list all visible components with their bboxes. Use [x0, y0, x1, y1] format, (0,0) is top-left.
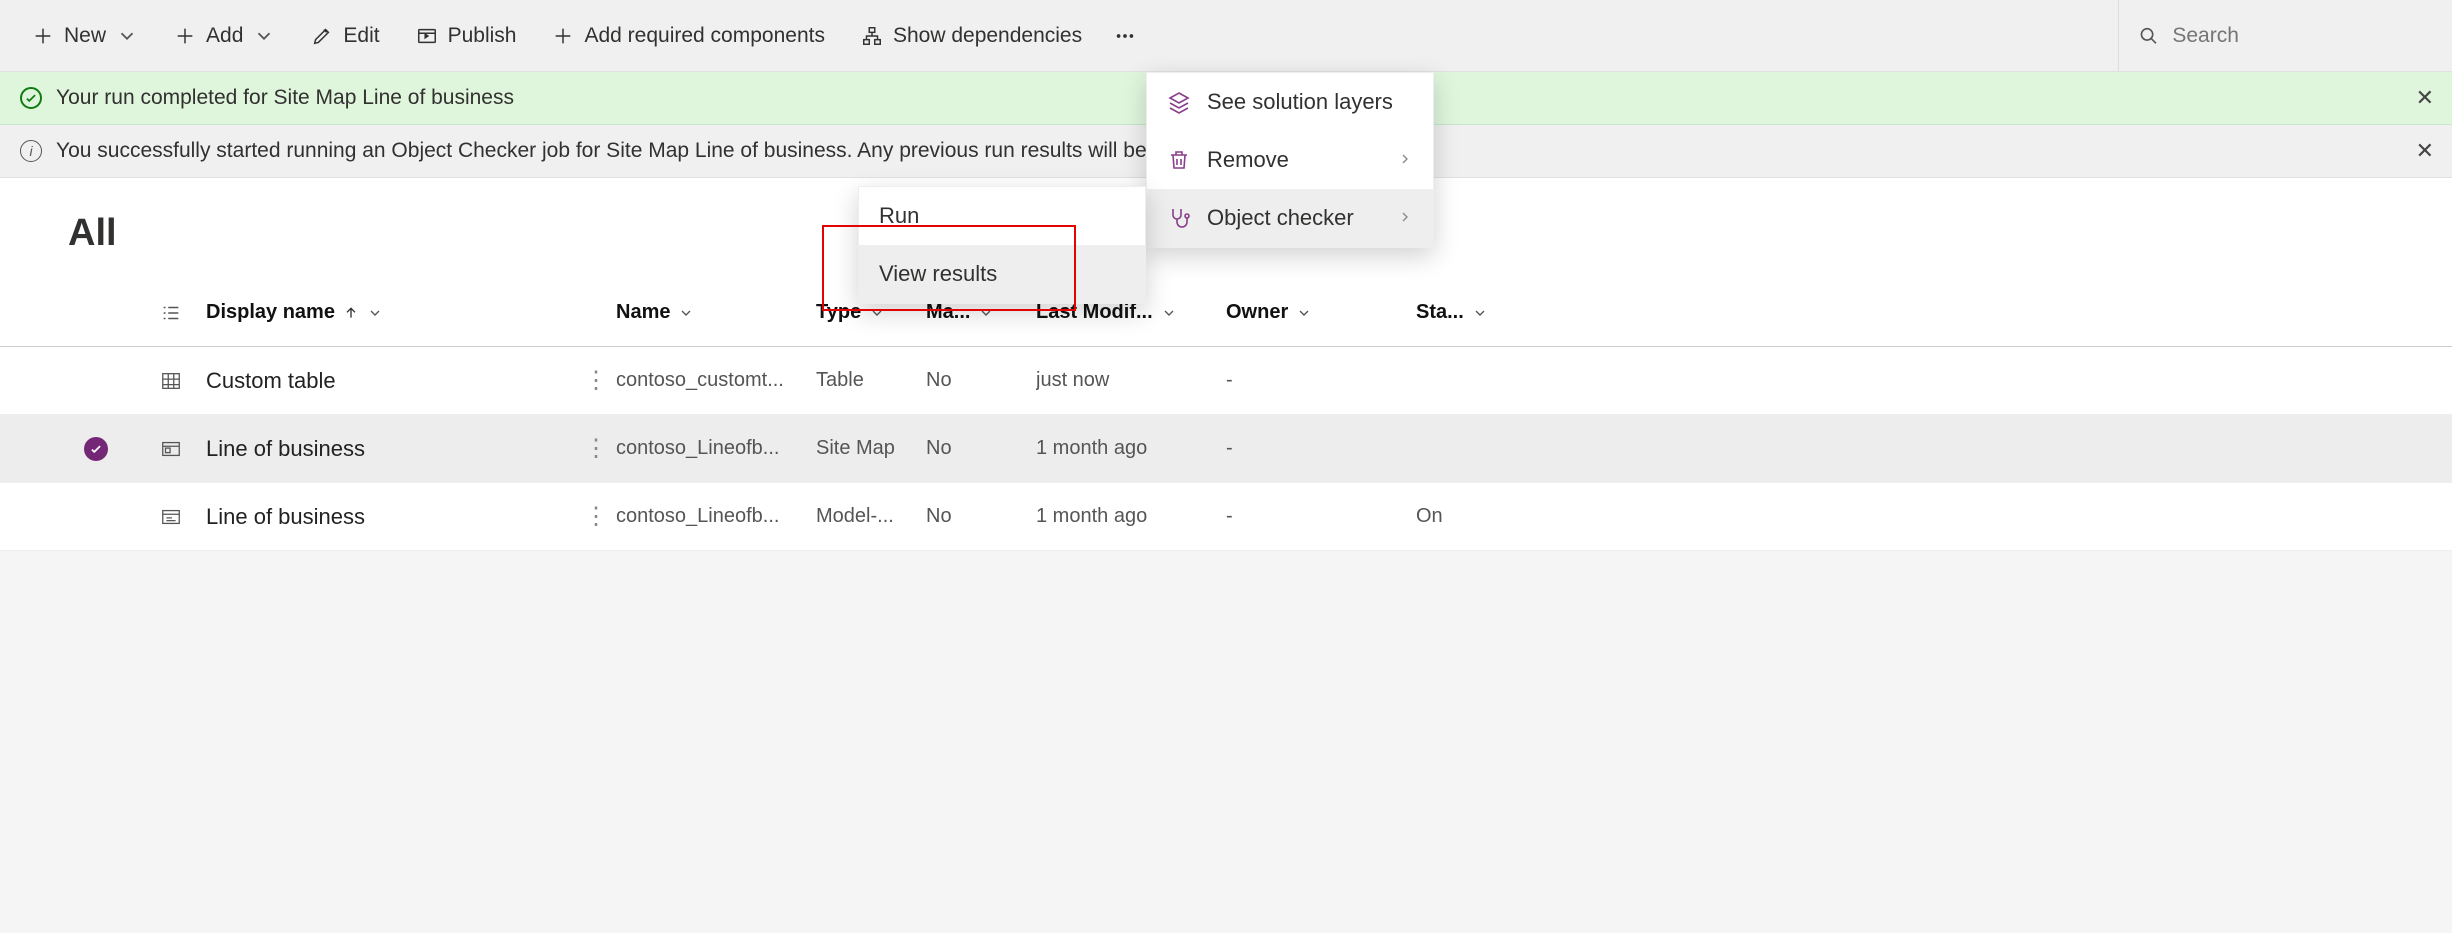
components-table: Display name Name Type Ma... Last Modif.…: [0, 279, 2452, 551]
chevron-down-icon: [978, 305, 994, 321]
chevron-down-icon: [1296, 305, 1312, 321]
menu-remove[interactable]: Remove: [1147, 131, 1433, 189]
row-type: Table: [816, 369, 926, 392]
edit-label: Edit: [343, 24, 379, 48]
overflow-button[interactable]: [1100, 0, 1150, 71]
new-label: New: [64, 24, 106, 48]
chevron-right-icon: [1397, 147, 1413, 173]
row-type: Site Map: [816, 437, 926, 460]
chevron-down-icon: [116, 25, 138, 47]
add-button[interactable]: Add: [156, 0, 293, 71]
row-name: contoso_Lineofb...: [616, 437, 816, 460]
chevron-down-icon: [869, 305, 885, 321]
row-modified: 1 month ago: [1036, 437, 1226, 460]
pencil-icon: [311, 25, 333, 47]
chevron-down-icon: [678, 305, 694, 321]
stethoscope-icon: [1167, 206, 1191, 230]
ellipsis-icon: [1114, 25, 1136, 47]
add-label: Add: [206, 24, 243, 48]
show-dependencies-button[interactable]: Show dependencies: [843, 0, 1100, 71]
trash-icon: [1167, 148, 1191, 172]
info-text: You successfully started running an Obje…: [56, 139, 1259, 163]
row-status: On: [1416, 505, 1506, 528]
icon-column-header[interactable]: [136, 302, 206, 324]
checkmark-icon: [84, 437, 108, 461]
info-icon: i: [20, 140, 42, 162]
success-text: Your run completed for Site Map Line of …: [56, 86, 514, 110]
row-name: contoso_customt...: [616, 369, 816, 392]
chevron-down-icon: [1161, 305, 1177, 321]
row-more-button[interactable]: ⋮: [576, 434, 616, 463]
overflow-menu: See solution layers Remove Object checke…: [1146, 72, 1434, 248]
table-row[interactable]: Line of business⋮contoso_Lineofb...Model…: [0, 483, 2452, 551]
show-dependencies-label: Show dependencies: [893, 24, 1082, 48]
chevron-down-icon: [367, 305, 383, 321]
checkmark-icon: [20, 87, 42, 109]
row-modified: just now: [1036, 369, 1226, 392]
submenu-view-results[interactable]: View results: [859, 245, 1145, 303]
row-owner: -: [1226, 437, 1416, 460]
column-name[interactable]: Name: [616, 301, 816, 324]
row-owner: -: [1226, 505, 1416, 528]
row-display-name[interactable]: Line of business: [206, 436, 576, 462]
add-required-label: Add required components: [584, 24, 825, 48]
submenu-run[interactable]: Run: [859, 187, 1145, 245]
row-modified: 1 month ago: [1036, 505, 1226, 528]
row-more-button[interactable]: ⋮: [576, 502, 616, 531]
row-display-name[interactable]: Line of business: [206, 504, 576, 530]
plus-icon: [552, 25, 574, 47]
row-owner: -: [1226, 369, 1416, 392]
sort-asc-icon: [343, 305, 359, 321]
close-icon[interactable]: ✕: [2416, 85, 2434, 111]
row-name: contoso_Lineofb...: [616, 505, 816, 528]
menu-object-checker[interactable]: Object checker: [1147, 189, 1433, 247]
chevron-down-icon: [1472, 305, 1488, 321]
chevron-right-icon: [1397, 205, 1413, 231]
column-modified[interactable]: Last Modif...: [1036, 301, 1226, 324]
column-display-name[interactable]: Display name: [206, 301, 576, 324]
table-row[interactable]: Custom table⋮contoso_customt...TableNoju…: [0, 347, 2452, 415]
row-type-icon: [136, 370, 206, 392]
close-icon[interactable]: ✕: [2416, 138, 2434, 164]
publish-label: Publish: [448, 24, 517, 48]
search-box[interactable]: [2118, 0, 2438, 71]
command-bar: New Add Edit Publish Add required compon…: [0, 0, 2452, 72]
row-type: Model-...: [816, 505, 926, 528]
row-managed: No: [926, 437, 1036, 460]
plus-icon: [32, 25, 54, 47]
publish-icon: [416, 25, 438, 47]
table-header: Display name Name Type Ma... Last Modif.…: [0, 279, 2452, 347]
object-checker-submenu: Run View results: [858, 186, 1146, 304]
hierarchy-icon: [861, 25, 883, 47]
search-input[interactable]: [2172, 24, 2418, 48]
new-button[interactable]: New: [14, 0, 156, 71]
column-managed[interactable]: Ma...: [926, 301, 1036, 324]
plus-icon: [174, 25, 196, 47]
search-icon: [2139, 25, 2158, 47]
row-managed: No: [926, 369, 1036, 392]
row-type-icon: [136, 438, 206, 460]
row-select[interactable]: [56, 437, 136, 461]
list-view-icon: [160, 302, 182, 324]
table-row[interactable]: Line of business⋮contoso_Lineofb...Site …: [0, 415, 2452, 483]
row-managed: No: [926, 505, 1036, 528]
row-more-button[interactable]: ⋮: [576, 366, 616, 395]
chevron-down-icon: [253, 25, 275, 47]
row-display-name[interactable]: Custom table: [206, 368, 576, 394]
publish-button[interactable]: Publish: [398, 0, 535, 71]
column-owner[interactable]: Owner: [1226, 301, 1416, 324]
column-status[interactable]: Sta...: [1416, 301, 1506, 324]
column-type[interactable]: Type: [816, 301, 926, 324]
layers-icon: [1167, 90, 1191, 114]
add-required-button[interactable]: Add required components: [534, 0, 843, 71]
row-type-icon: [136, 506, 206, 528]
edit-button[interactable]: Edit: [293, 0, 397, 71]
menu-see-solution-layers[interactable]: See solution layers: [1147, 73, 1433, 131]
